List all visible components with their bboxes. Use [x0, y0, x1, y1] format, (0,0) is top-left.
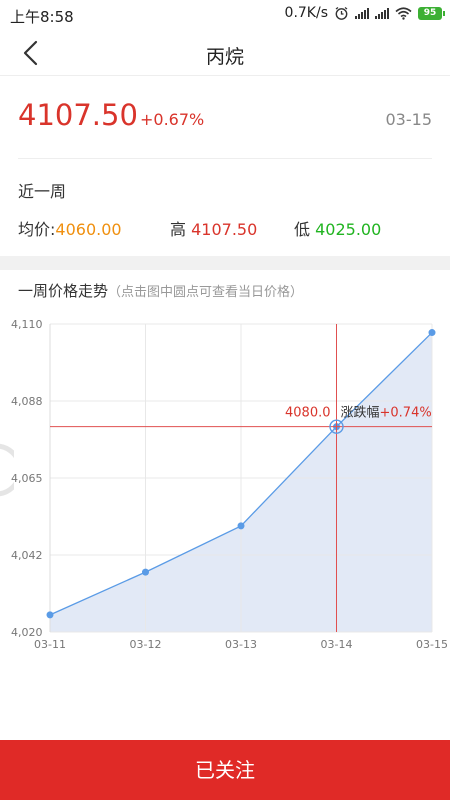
high-price: 高 4107.50 [170, 216, 257, 240]
alarm-icon [335, 6, 348, 20]
app-screen: 上午8:58 0.7K/s 95 丙烷 4107.50 +0.67% 03-15… [0, 0, 450, 800]
tooltip-change-label: 涨跌幅 [341, 405, 380, 421]
follow-button[interactable]: 已关注 [0, 740, 450, 800]
low-price: 低 4025.00 [294, 216, 381, 240]
low-label: 低 [294, 220, 311, 239]
tooltip-value: 4080.0 [285, 406, 331, 421]
data-point[interactable] [237, 522, 245, 530]
avg-value: 4060.00 [55, 220, 122, 239]
x-tick-label: 03-15 [416, 638, 448, 651]
page-title: 丙烷 [205, 46, 244, 68]
price-trend-chart[interactable]: 4,0204,0424,0654,0884,11003-11 03-12 03-13… [0, 310, 450, 655]
data-point[interactable] [142, 568, 149, 576]
x-tick-label: 03-13 [225, 638, 257, 651]
app-header: 丙烷 [0, 30, 450, 76]
data-point[interactable] [46, 611, 54, 619]
x-tick-label: 03-12 [130, 638, 162, 651]
x-tick-label: 03-14 [321, 638, 353, 651]
wifi-icon [395, 6, 412, 20]
x-tick-label: 03-11 [34, 638, 66, 651]
y-tick-label: 4,065 [11, 472, 43, 485]
tooltip-change: 涨跌幅+0.74% [341, 405, 432, 421]
chart-title-text: 一周价格走势 [18, 282, 109, 300]
network-speed: 0.7K/s [284, 5, 328, 21]
y-tick-label: 4,088 [11, 395, 43, 408]
y-tick-label: 4,110 [11, 318, 43, 331]
y-tick-label: 4,042 [11, 549, 43, 562]
data-point[interactable] [428, 329, 436, 337]
tooltip-change-value: +0.74% [380, 406, 432, 421]
status-bar: 上午8:58 0.7K/s 95 [0, 0, 450, 30]
status-time: 上午8:58 [10, 8, 74, 26]
chart-title: 一周价格走势（点击图中圆点可查看当日价格） [18, 280, 303, 301]
price-change: +0.67% [140, 110, 205, 129]
current-price: 4107.50 [18, 98, 138, 132]
avg-label: 均价: [18, 220, 56, 239]
low-value: 4025.00 [315, 220, 382, 239]
high-label: 高 [170, 220, 187, 239]
signal-icon-2 [375, 7, 389, 19]
divider [18, 158, 432, 159]
price-date: 03-15 [385, 110, 433, 129]
signal-icon [355, 7, 369, 19]
status-icons: 0.7K/s 95 [284, 5, 445, 21]
section-separator [0, 256, 450, 270]
floating-ball-icon[interactable] [0, 440, 14, 500]
chart-hint: （点击图中圆点可查看当日价格） [108, 285, 304, 300]
battery-icon: 95 [418, 6, 445, 20]
avg-price: 均价:4060.00 [18, 216, 122, 240]
high-value: 4107.50 [191, 220, 258, 239]
period-label: 近一周 [18, 182, 67, 201]
